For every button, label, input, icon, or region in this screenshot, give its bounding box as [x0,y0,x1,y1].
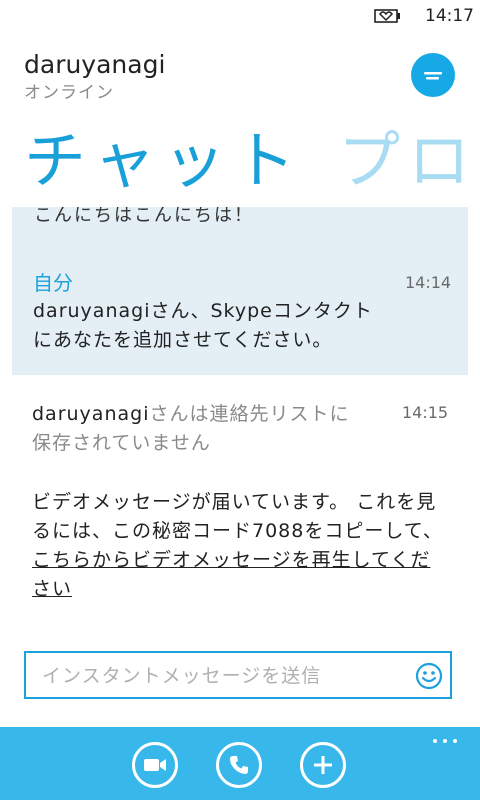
phone-icon [230,756,248,774]
add-button[interactable] [300,742,346,788]
menu-button[interactable] [411,53,455,97]
pivot-tab-chat[interactable]: チャット [24,110,303,200]
pivot-tab-profile[interactable]: プロ [338,110,478,200]
menu-icon [424,72,442,80]
emoticon-icon[interactable] [415,662,443,690]
message-text: daruyanagiさん、Skypeコンタクトにあなたを追加させてください。 [33,300,373,351]
voice-call-button[interactable] [216,742,262,788]
message-sender: 自分 [33,271,73,295]
more-icon[interactable] [431,737,459,745]
contact-status: オンライン [24,83,114,103]
video-message-link[interactable]: こちらからビデオメッセージを再生してください [32,549,430,600]
plus-icon [314,756,332,774]
conversation[interactable]: こんにちはこんにちは！ 自分 14:14 daruyanagiさん、Skypeコ… [0,207,480,637]
contact-notice: daruyanagiさんは連絡先リストに保存されていません [32,400,352,458]
contact-name: daruyanagi [24,50,166,79]
status-bar: 14:17 [0,0,480,32]
video-call-button[interactable] [132,742,178,788]
battery-icon [374,9,400,23]
video-message-text: ビデオメッセージが届いています。 これを見るには、この秘密コード7088をコピー… [32,491,443,542]
notice-timestamp: 14:15 [402,403,449,422]
clock: 14:17 [425,6,474,26]
app-bar [0,727,480,800]
notice-contact-name: daruyanagi [32,403,150,425]
message-input-box [24,651,452,699]
message-timestamp: 14:14 [405,273,452,292]
video-message: ビデオメッセージが届いています。 これを見るには、この秘密コード7088をコピー… [32,488,448,604]
video-camera-icon [144,759,166,771]
message-input[interactable] [40,661,404,691]
previous-message-text: こんにちはこんにちは！ [34,207,254,226]
self-message: こんにちはこんにちは！ 自分 14:14 daruyanagiさん、Skypeコ… [12,207,468,375]
